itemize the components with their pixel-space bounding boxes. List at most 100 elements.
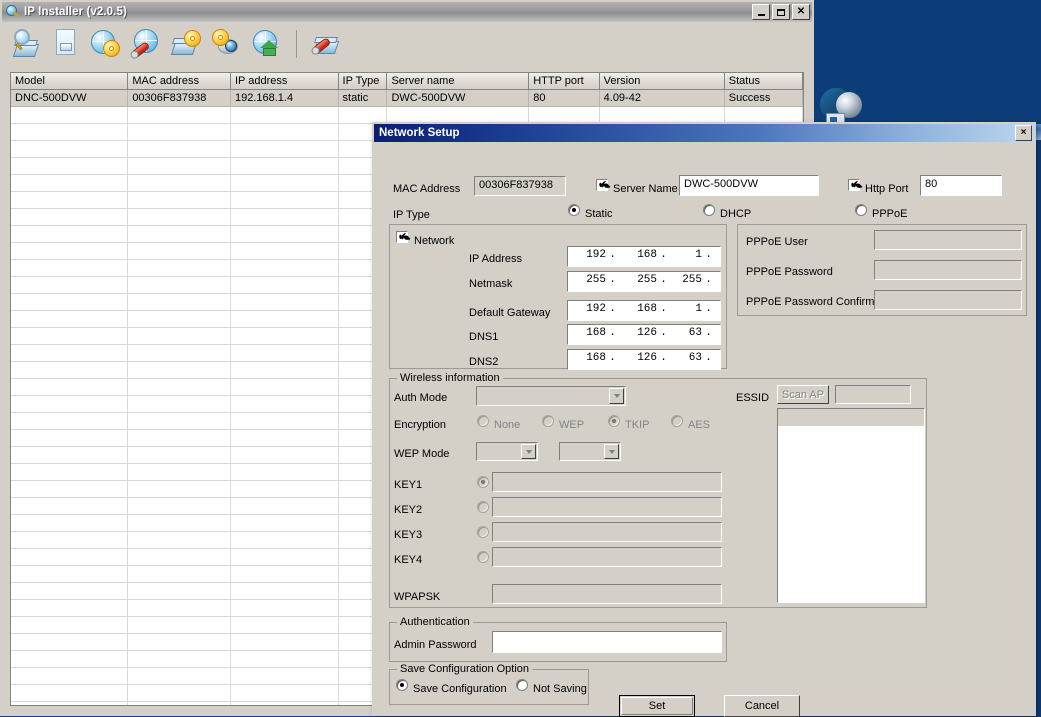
server-name-checkbox[interactable]: ✔ <box>596 179 608 191</box>
ip-type-radio-pppoe[interactable] <box>855 204 867 216</box>
wireless-key-label: KEY4 <box>394 554 423 566</box>
dialog-close-icon[interactable]: × <box>1015 125 1032 141</box>
scan-ap-button[interactable]: Scan AP <box>777 385 829 404</box>
set-button[interactable]: Set <box>619 695 695 717</box>
grid-column-header[interactable]: MAC address <box>128 73 231 89</box>
chevron-down-icon[interactable] <box>604 444 619 459</box>
table-cell <box>128 209 231 225</box>
cancel-button[interactable]: Cancel <box>724 695 800 717</box>
grid-column-header[interactable]: Status <box>724 73 803 89</box>
table-cell <box>128 311 231 327</box>
wireless-key-radio[interactable] <box>477 501 489 513</box>
web-home-icon[interactable] <box>250 27 284 61</box>
auth-mode-combo[interactable] <box>476 386 626 406</box>
wireless-key-input[interactable] <box>492 472 722 492</box>
chevron-down-icon[interactable] <box>521 444 536 459</box>
table-cell <box>231 362 339 378</box>
encryption-radio-aes[interactable] <box>671 415 683 427</box>
table-cell <box>128 107 231 123</box>
table-cell <box>231 668 339 684</box>
table-cell <box>231 158 339 174</box>
auth-mode-label: Auth Mode <box>394 392 448 404</box>
network-field-input[interactable]: 168.126.63.1 <box>567 324 721 345</box>
admin-password-input[interactable] <box>492 631 722 653</box>
grid-column-header[interactable]: HTTP port <box>529 73 600 89</box>
close-button[interactable]: ✕ <box>792 4 810 20</box>
wireless-key-radio[interactable] <box>477 526 489 538</box>
window-controls: ✕ <box>752 4 810 20</box>
save-configuration-radio[interactable] <box>396 679 408 691</box>
pppoe-field-input[interactable] <box>874 230 1022 250</box>
wireless-key-input[interactable] <box>492 522 722 542</box>
network-config-icon[interactable] <box>130 27 164 61</box>
wireless-key-input[interactable] <box>492 497 722 517</box>
ip-type-radio-static[interactable] <box>568 204 580 216</box>
dialog-titlebar[interactable]: Network Setup × <box>374 124 1034 142</box>
table-cell <box>11 464 129 480</box>
pppoe-field-input[interactable] <box>874 260 1022 280</box>
minimize-button[interactable] <box>752 4 770 20</box>
encryption-radio-none[interactable] <box>477 415 489 427</box>
network-field-input[interactable]: 255.255.255.0 <box>567 271 721 292</box>
grid-column-header[interactable]: Version <box>599 73 725 89</box>
table-cell <box>231 430 339 446</box>
table-cell <box>231 311 339 327</box>
network-label: Network <box>414 235 455 247</box>
wep-mode-combo-2[interactable] <box>559 442 621 461</box>
wep-mode-combo-1[interactable] <box>476 442 538 461</box>
network-field-input[interactable]: 168.126.63.2 <box>567 349 721 370</box>
table-cell <box>231 447 339 463</box>
table-cell <box>231 566 339 582</box>
table-cell <box>128 549 231 565</box>
table-cell <box>11 617 129 633</box>
table-cell: Success <box>725 90 803 106</box>
table-cell <box>128 430 231 446</box>
maximize-button[interactable] <box>772 4 790 20</box>
wireless-key-input[interactable] <box>492 547 722 567</box>
network-field-input[interactable]: 192.168.1.4 <box>567 246 721 267</box>
scan-ap-label: Scan AP <box>781 388 825 401</box>
http-port-checkbox[interactable]: ✔ <box>848 179 860 191</box>
device-setup-icon[interactable] <box>170 27 204 61</box>
grid-column-header[interactable]: IP address <box>230 73 339 89</box>
table-row[interactable]: DNC-500DVW 00306F837938 192.168.1.4 static D… <box>11 90 803 107</box>
encryption-radio-wep[interactable] <box>542 415 554 427</box>
essid-list[interactable] <box>777 408 925 603</box>
wireless-key-radio[interactable] <box>477 476 489 488</box>
desktop-icon[interactable] <box>818 80 870 126</box>
encryption-radio-tkip[interactable] <box>608 415 620 427</box>
table-cell <box>128 651 231 667</box>
network-setup-icon[interactable] <box>90 27 124 61</box>
http-port-input[interactable]: 80 <box>920 175 1002 196</box>
wireless-key-radio[interactable] <box>477 551 489 563</box>
grid-header-row: Model MAC address IP address IP Type Server … <box>11 73 803 90</box>
main-titlebar[interactable]: IP Installer (v2.0.5) ✕ <box>2 2 812 22</box>
pppoe-field-input[interactable] <box>874 290 1022 310</box>
grid-column-header[interactable]: Model <box>11 73 129 89</box>
ip-type-radio-dhcp[interactable] <box>703 204 715 216</box>
table-cell <box>231 328 339 344</box>
pppoe-field-label: PPPoE User <box>746 236 808 248</box>
essid-label: ESSID <box>736 392 770 404</box>
wpapsk-input[interactable] <box>492 584 722 604</box>
document-export-icon[interactable] <box>50 27 84 61</box>
table-cell <box>11 311 129 327</box>
grid-column-header[interactable]: Server name <box>387 73 530 89</box>
table-cell <box>128 294 231 310</box>
encryption-tkip-label: TKIP <box>625 419 650 431</box>
search-devices-icon[interactable] <box>10 27 44 61</box>
encryption-none-label: None <box>494 419 521 431</box>
grid-column-header[interactable]: IP Type <box>338 73 388 89</box>
cancel-button-label: Cancel <box>744 700 780 712</box>
camera-setup-icon[interactable] <box>210 27 244 61</box>
network-checkbox[interactable]: ✔ <box>396 231 408 243</box>
dialog-title: Network Setup <box>379 127 460 139</box>
table-cell <box>11 158 129 174</box>
device-tools-icon[interactable] <box>309 27 343 61</box>
network-field-input[interactable]: 192.168.1.254 <box>567 300 721 321</box>
chevron-down-icon[interactable] <box>609 388 624 404</box>
server-name-input[interactable]: DWC-500DVW <box>679 175 819 196</box>
table-cell <box>11 209 129 225</box>
essid-input[interactable] <box>835 385 911 404</box>
not-saving-radio[interactable] <box>516 679 528 691</box>
